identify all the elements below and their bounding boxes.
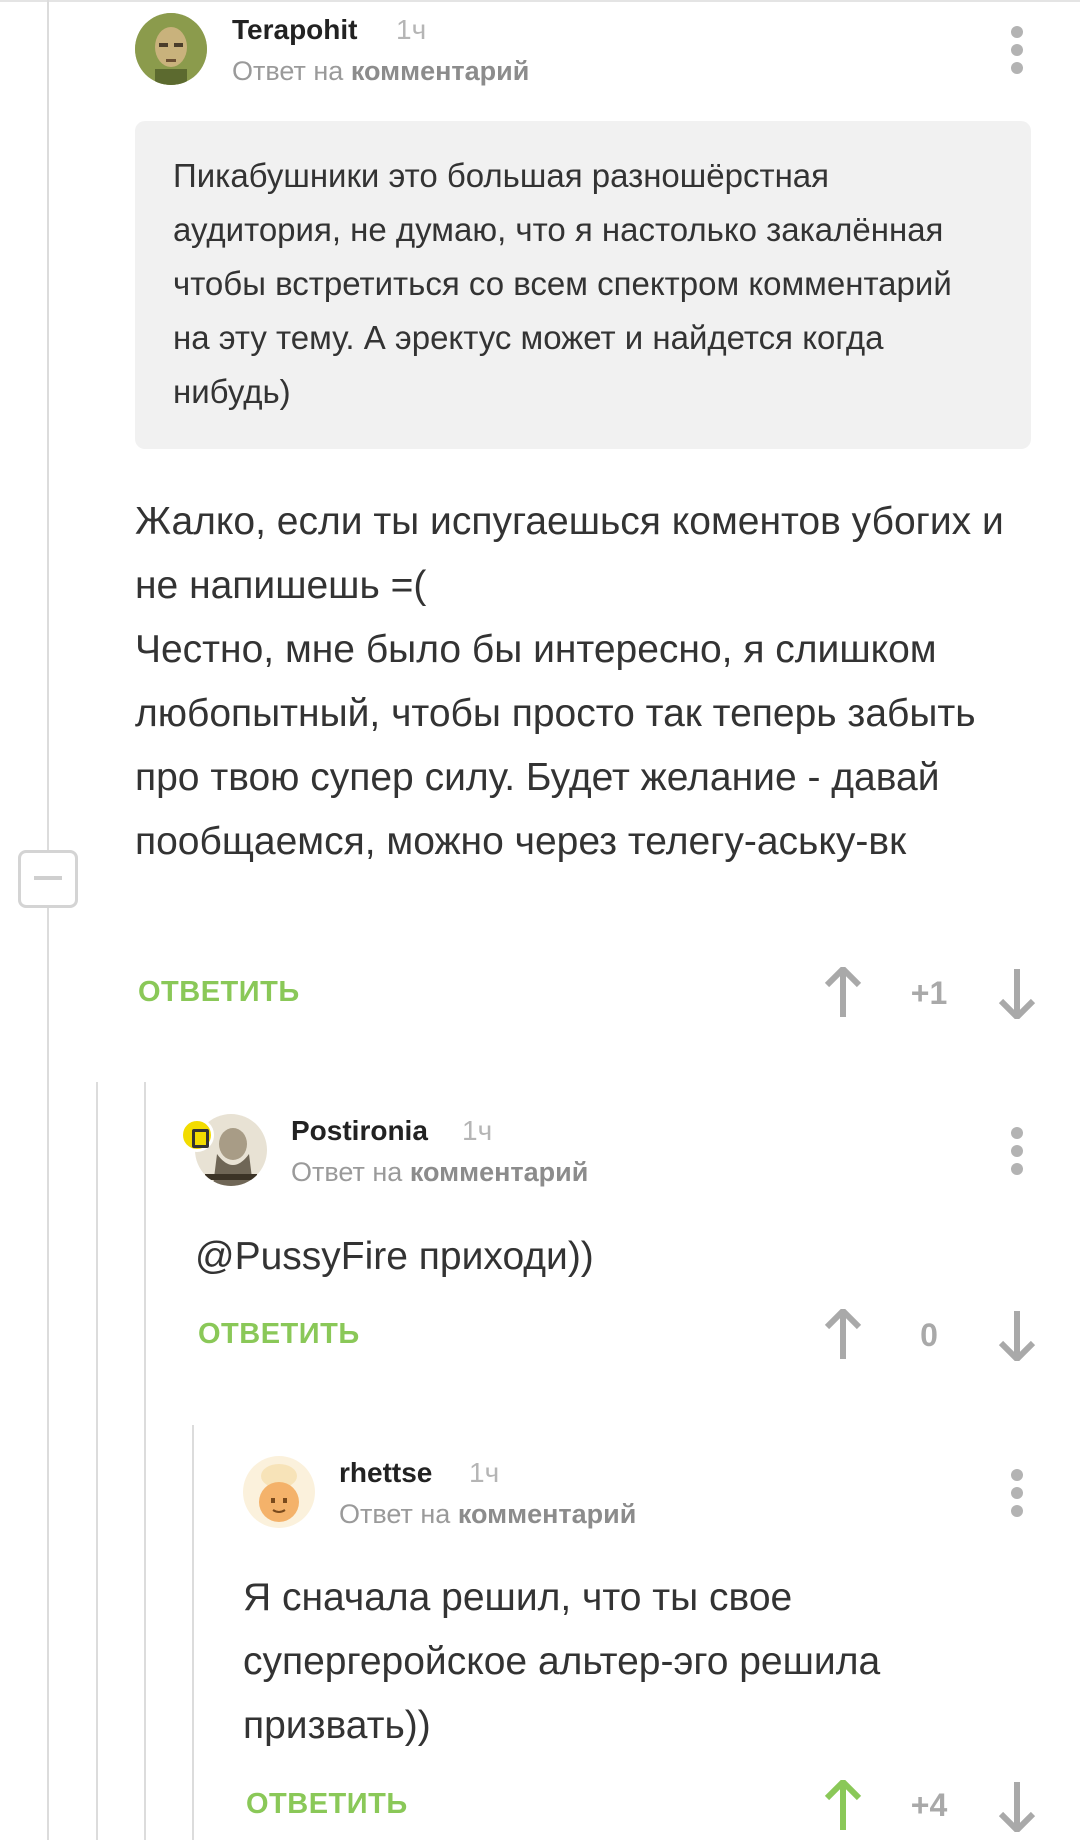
collapse-thread-button[interactable] bbox=[18, 850, 78, 908]
thread-line-level-1 bbox=[47, 908, 49, 1840]
downvote-icon[interactable] bbox=[997, 967, 1037, 1019]
thread-line-level-1 bbox=[47, 0, 49, 850]
rating: 0 bbox=[920, 1317, 938, 1353]
thread-line-level-2 bbox=[96, 1082, 98, 1840]
top-divider bbox=[0, 0, 1080, 2]
username[interactable]: rhettse bbox=[339, 1457, 432, 1489]
reply-to-line: Ответ на комментарий bbox=[339, 1499, 636, 1530]
downvote-icon[interactable] bbox=[997, 1309, 1037, 1361]
avatar[interactable] bbox=[135, 13, 207, 85]
avatar[interactable] bbox=[243, 1456, 315, 1528]
thread-line-level-3 bbox=[144, 1082, 146, 1840]
more-options-icon[interactable] bbox=[1011, 1469, 1023, 1517]
reply-to-prefix: Ответ на bbox=[232, 56, 344, 86]
reply-to-prefix: Ответ на bbox=[291, 1157, 403, 1187]
downvote-icon[interactable] bbox=[997, 1780, 1037, 1832]
rating: +1 bbox=[910, 975, 948, 1011]
reply-to-link[interactable]: комментарий bbox=[458, 1499, 637, 1529]
comment-time: 1ч bbox=[462, 1115, 493, 1146]
reply-button[interactable]: ОТВЕТИТЬ bbox=[138, 976, 300, 1009]
upvote-icon[interactable] bbox=[823, 1780, 863, 1832]
reply-button[interactable]: ОТВЕТИТЬ bbox=[198, 1318, 360, 1351]
thread-line-level-4 bbox=[192, 1425, 194, 1840]
premium-badge-icon bbox=[180, 1118, 214, 1152]
rating: +4 bbox=[910, 1787, 948, 1823]
upvote-icon[interactable] bbox=[823, 967, 863, 1019]
username[interactable]: Terapohit bbox=[232, 14, 357, 46]
more-options-icon[interactable] bbox=[1011, 1127, 1023, 1175]
reply-to-link[interactable]: комментарий bbox=[410, 1157, 589, 1187]
reply-to-link[interactable]: комментарий bbox=[351, 56, 530, 86]
comment-body: Жалко, если ты испугаешься коментов убог… bbox=[135, 500, 1004, 863]
reply-button[interactable]: ОТВЕТИТЬ bbox=[246, 1788, 408, 1821]
upvote-icon[interactable] bbox=[823, 1309, 863, 1361]
comment-body: @PussyFire приходи)) bbox=[195, 1235, 594, 1278]
reply-to-prefix: Ответ на bbox=[339, 1499, 451, 1529]
quoted-comment: Пикабушники это большая разношёрстная ау… bbox=[135, 121, 1031, 449]
comment-time: 1ч bbox=[396, 14, 427, 45]
comment-time: 1ч bbox=[469, 1457, 500, 1488]
reply-to-line: Ответ на комментарий bbox=[232, 56, 529, 87]
username[interactable]: Postironia bbox=[291, 1115, 428, 1147]
reply-to-line: Ответ на комментарий bbox=[291, 1157, 588, 1188]
more-options-icon[interactable] bbox=[1011, 26, 1023, 74]
comment-body: Я сначала решил, что ты свое супергеройс… bbox=[243, 1576, 881, 1747]
